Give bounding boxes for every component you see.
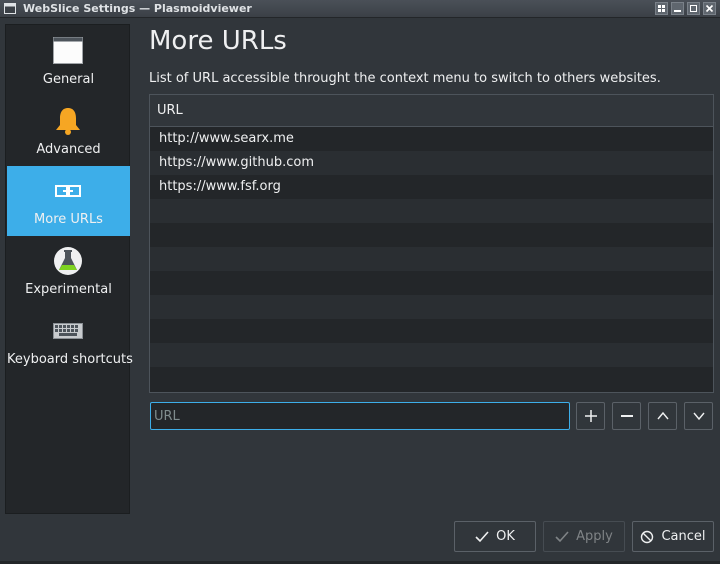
sidebar-item-advanced[interactable]: Advanced [7, 96, 130, 166]
empty-row [150, 319, 713, 343]
cancel-button[interactable]: Cancel [632, 521, 714, 552]
empty-row [150, 247, 713, 271]
check-icon [555, 530, 569, 542]
sidebar-item-keyboard-shortcuts[interactable]: Keyboard shortcuts [7, 306, 133, 376]
url-input[interactable] [150, 402, 570, 430]
minimize-icon [674, 10, 681, 12]
cancel-button-label: Cancel [661, 529, 706, 544]
sidebar-item-general[interactable]: General [7, 26, 130, 96]
move-up-button[interactable] [648, 402, 677, 430]
ok-button-label: OK [496, 529, 515, 544]
app-icon [4, 3, 16, 14]
chevron-up-icon [656, 411, 669, 420]
sidebar-item-experimental[interactable]: Experimental [7, 236, 130, 306]
sidebar-item-more-urls[interactable]: More URLs [7, 166, 130, 236]
table-row[interactable]: https://www.github.com [150, 151, 713, 175]
window-controls [655, 2, 716, 15]
link-icon [55, 185, 81, 197]
table-row[interactable]: https://www.fsf.org [150, 175, 713, 199]
grid-icon [658, 5, 665, 12]
check-icon [475, 530, 489, 542]
bell-icon [56, 108, 80, 135]
cancel-icon [641, 530, 654, 543]
keep-above-button[interactable] [655, 2, 668, 15]
page-title: More URLs [149, 26, 287, 56]
minus-icon [620, 415, 633, 417]
sidebar-item-label: More URLs [34, 212, 103, 227]
apply-button[interactable]: Apply [543, 521, 625, 552]
flask-icon [54, 247, 82, 275]
page-description: List of URL accessible throught the cont… [149, 71, 661, 86]
url-list-view[interactable]: URL http://www.searx.me https://www.gith… [149, 94, 714, 393]
sidebar-item-label: Advanced [36, 142, 101, 157]
empty-row [150, 367, 713, 391]
empty-row [150, 295, 713, 319]
empty-row [150, 343, 713, 367]
column-header-url[interactable]: URL [150, 95, 713, 127]
table-row[interactable]: http://www.searx.me [150, 127, 713, 151]
close-button[interactable] [703, 2, 716, 15]
maximize-button[interactable] [687, 2, 700, 15]
sidebar-item-label: General [42, 72, 95, 87]
maximize-icon [690, 5, 697, 12]
chevron-down-icon [692, 412, 705, 421]
plus-icon [584, 410, 597, 422]
remove-url-button[interactable] [612, 402, 641, 430]
empty-row [150, 199, 713, 223]
window-title: WebSlice Settings — Plasmoidviewer [23, 2, 252, 15]
ok-button[interactable]: OK [454, 521, 536, 552]
settings-category-sidebar: General Advanced More URLs Experimental [5, 24, 133, 514]
empty-row [150, 271, 713, 295]
apply-button-label: Apply [576, 529, 613, 544]
window-icon [53, 37, 83, 64]
sidebar-item-label: Keyboard shortcuts [7, 352, 133, 367]
title-bar[interactable]: WebSlice Settings — Plasmoidviewer [0, 0, 720, 18]
empty-row [150, 223, 713, 247]
move-down-button[interactable] [684, 402, 713, 430]
sidebar-item-label: Experimental [25, 282, 112, 297]
keyboard-icon [53, 323, 83, 339]
close-icon [705, 4, 714, 13]
minimize-button[interactable] [671, 2, 684, 15]
add-url-button[interactable] [576, 402, 605, 430]
